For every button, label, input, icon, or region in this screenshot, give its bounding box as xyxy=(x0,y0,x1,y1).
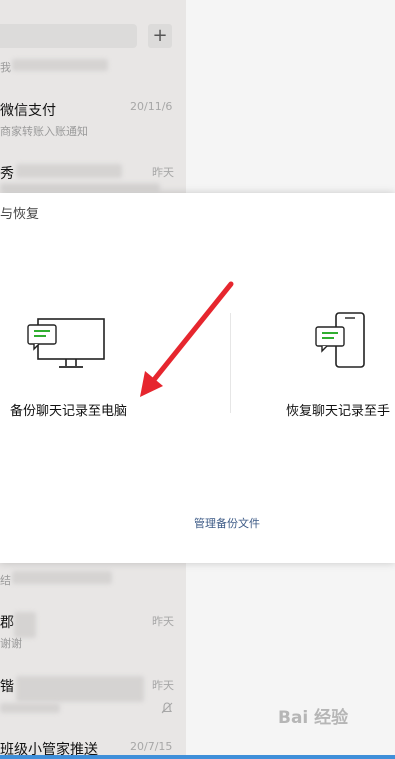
blurred-text xyxy=(16,676,144,702)
blurred-text xyxy=(16,164,122,178)
computer-icon xyxy=(27,318,105,368)
chat-title: 微信支付 xyxy=(0,103,56,119)
watermark: Bai 经验 xyxy=(278,708,349,728)
backup-to-pc-label: 备份聊天记录至电脑 xyxy=(10,404,128,419)
chat-title: 秀 xyxy=(0,166,14,182)
chat-time: 20/11/6 xyxy=(130,100,173,113)
taskbar-strip xyxy=(0,755,395,759)
chat-time: 20/7/15 xyxy=(130,740,173,753)
dialog-title: 与恢复 xyxy=(0,207,40,222)
add-button[interactable]: + xyxy=(148,24,172,48)
manage-backup-files-link[interactable]: 管理备份文件 xyxy=(194,515,260,531)
option-divider xyxy=(230,313,231,413)
chat-time: 昨天 xyxy=(152,615,174,628)
chat-title: 锴 xyxy=(0,679,14,695)
chat-title: 结 xyxy=(0,574,11,587)
backup-restore-dialog: 与恢复 备份聊天记录至电脑 恢复聊天记录至手 管理备份文件 xyxy=(0,193,395,563)
blurred-text xyxy=(0,183,160,191)
chat-title: 郡 xyxy=(0,615,14,631)
chat-preview: 谢谢 xyxy=(0,637,22,650)
chat-time: 昨天 xyxy=(152,679,174,692)
blurred-text xyxy=(12,571,112,584)
blurred-text xyxy=(12,59,108,71)
restore-to-phone-label: 恢复聊天记录至手 xyxy=(286,404,391,419)
list-fragment: 我 xyxy=(0,61,11,74)
search-input[interactable] xyxy=(0,24,137,48)
mute-bell-icon xyxy=(161,702,173,714)
blurred-text xyxy=(0,703,60,713)
chat-preview: 商家转账入账通知 xyxy=(0,125,88,138)
chat-time: 昨天 xyxy=(152,166,174,179)
phone-icon xyxy=(315,312,365,368)
